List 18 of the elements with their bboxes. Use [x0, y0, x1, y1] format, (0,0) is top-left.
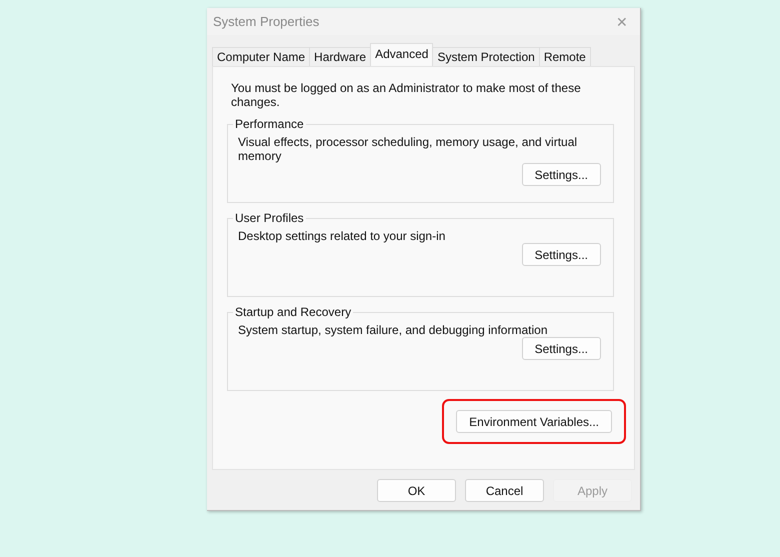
tab[interactable]: Advanced	[370, 43, 434, 66]
tab[interactable]: System Protection	[432, 47, 540, 66]
dialog-button[interactable]: OK	[377, 479, 456, 502]
group-title: Startup and Recovery	[234, 305, 352, 319]
tab[interactable]: Computer Name	[212, 47, 310, 66]
settings-button[interactable]: Settings...	[522, 163, 601, 186]
settings-button[interactable]: Settings...	[522, 243, 601, 266]
group-title: Performance	[234, 117, 305, 131]
group-description: Desktop settings related to your sign-in	[238, 229, 446, 243]
window-title: System Properties	[213, 14, 320, 29]
environment-variables-button[interactable]: Environment Variables...	[456, 410, 612, 433]
dialog-button[interactable]: Cancel	[465, 479, 544, 502]
tab[interactable]: Remote	[538, 47, 591, 66]
notice-text: You must be logged on as an Administrator to make most of these changes.	[231, 81, 582, 109]
group-description: Visual effects, processor scheduling, memory usage, and virtual memory	[238, 135, 578, 163]
group-description: System startup, system failure, and debugging information	[238, 323, 548, 337]
settings-button[interactable]: Settings...	[522, 337, 601, 360]
group-title: User Profiles	[234, 211, 305, 225]
